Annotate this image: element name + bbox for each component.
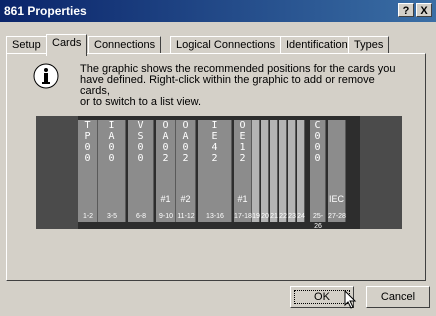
slot-number: 20	[261, 213, 269, 220]
info-line-2: have defined. Right-click within the gra…	[80, 74, 375, 97]
rack-slot[interactable]: O A 0 2 #1	[156, 120, 176, 222]
slot-number: 21	[270, 213, 278, 220]
properties-dialog: 861 Properties ? X Setup Cards Connectio…	[0, 0, 436, 316]
slot-card-label: C 0 0 0	[314, 120, 321, 164]
slot-number: 17-18	[234, 213, 252, 220]
rack-slot[interactable]	[279, 120, 287, 222]
rack-slot[interactable]	[252, 120, 260, 222]
window-title: 861 Properties	[4, 4, 87, 18]
slot-number: 13-16	[206, 213, 224, 220]
tab-logical-connections[interactable]: Logical Connections	[170, 36, 282, 54]
slot-card-label: I E 4 2	[211, 120, 218, 164]
rack-slot[interactable]: V S 0 0	[128, 120, 154, 222]
slot-card-label: O A 0 2	[182, 120, 189, 164]
tab-types[interactable]: Types	[348, 36, 390, 54]
slot-card-label: O E 1 2	[239, 120, 246, 164]
slot-number: 24	[297, 213, 305, 220]
info-message: The graphic shows the recommended positi…	[80, 64, 400, 108]
tab-setup[interactable]: Setup	[6, 36, 47, 54]
rack-slot[interactable]: I A 0 0	[98, 120, 126, 222]
tab-identification[interactable]: Identification	[280, 36, 354, 54]
rack-slot[interactable]: IEC	[328, 120, 346, 222]
slot-number: 22	[279, 213, 287, 220]
slot-number: 11-12	[177, 213, 195, 220]
rack-slot[interactable]	[288, 120, 296, 222]
close-button[interactable]: X	[416, 3, 432, 17]
slot-number: 25-26	[312, 213, 324, 230]
slot-number: 6-8	[135, 213, 147, 220]
rack-slot[interactable]: I E 4 2	[198, 120, 232, 222]
mouse-cursor-icon	[344, 290, 357, 309]
help-button[interactable]: ?	[398, 3, 414, 17]
rack-slot[interactable]	[261, 120, 269, 222]
tab-cards[interactable]: Cards	[46, 34, 88, 56]
slot-card-label: O A 0 2	[162, 120, 169, 164]
rack-slot[interactable]	[270, 120, 278, 222]
rack-slot[interactable]: T P 0 0	[78, 120, 98, 222]
rack-slot[interactable]	[297, 120, 305, 222]
slot-note: #1	[160, 194, 171, 204]
cancel-button[interactable]: Cancel	[366, 286, 430, 308]
rack-slot[interactable]: O E 1 2 #1	[234, 120, 252, 222]
rack-slot[interactable]: C 0 0 0	[310, 120, 326, 222]
slot-note: #2	[180, 194, 191, 204]
info-icon	[33, 63, 59, 89]
info-line-3: or to switch to a list view.	[80, 96, 202, 108]
slot-number: 3-5	[106, 213, 118, 220]
slot-number: 27-28	[328, 213, 346, 220]
slot-number: 19	[252, 213, 260, 220]
slot-number: 9-10	[158, 213, 173, 220]
focus-rect	[294, 290, 350, 304]
slot-note: IEC	[328, 194, 344, 204]
slot-card-label: V S 0 0	[137, 120, 144, 164]
slot-card-label: T P 0 0	[84, 120, 91, 164]
tab-connections[interactable]: Connections	[88, 36, 162, 54]
slot-card-label: I A 0 0	[108, 120, 115, 164]
slot-note: #1	[237, 194, 248, 204]
title-bar: 861 Properties ? X	[0, 0, 436, 22]
rack-slot[interactable]: O A 0 2 #2	[176, 120, 196, 222]
slot-number: 23	[288, 213, 296, 220]
slot-number: 1-2	[82, 213, 94, 220]
